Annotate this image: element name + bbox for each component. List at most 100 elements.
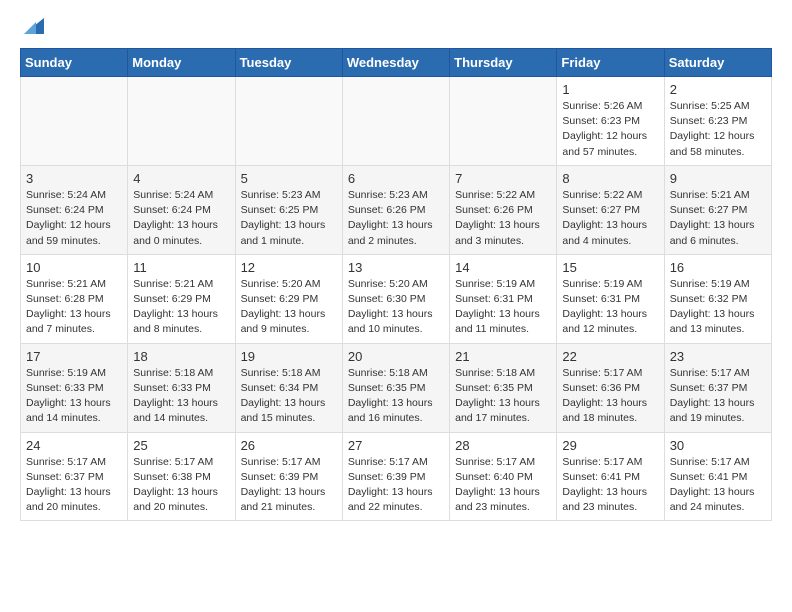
day-cell: 8Sunrise: 5:22 AMSunset: 6:27 PMDaylight… <box>557 165 664 254</box>
day-cell: 21 Sunrise: 5:18 AMSunset: 6:35 PMDayligh… <box>450 343 557 432</box>
day-cell: 18 Sunrise: 5:18 AMSunset: 6:33 PMDayligh… <box>128 343 235 432</box>
weekday-tuesday: Tuesday <box>235 49 342 77</box>
day-cell: 6 Sunrise: 5:23 AMSunset: 6:26 PMDaylight… <box>342 165 449 254</box>
day-number: 30 <box>670 438 766 453</box>
day-cell: 4 Sunrise: 5:24 AMSunset: 6:24 PMDaylight… <box>128 165 235 254</box>
day-cell <box>128 77 235 166</box>
day-info: Sunrise: 5:19 AMSunset: 6:33 PMDaylight:… <box>26 366 122 427</box>
day-number: 5 <box>241 171 337 186</box>
day-number: 20 <box>348 349 444 364</box>
day-cell: 14Sunrise: 5:19 AMSunset: 6:31 PMDayligh… <box>450 254 557 343</box>
day-cell: 17 Sunrise: 5:19 AMSunset: 6:33 PMDayligh… <box>21 343 128 432</box>
day-number: 23 <box>670 349 766 364</box>
weekday-sunday: Sunday <box>21 49 128 77</box>
logo-icon <box>22 16 44 34</box>
day-info: Sunrise: 5:18 AMSunset: 6:35 PMDaylight:… <box>455 366 551 427</box>
day-cell: 29 Sunrise: 5:17 AMSunset: 6:41 PMDayligh… <box>557 432 664 521</box>
day-info: Sunrise: 5:18 AMSunset: 6:34 PMDaylight:… <box>241 366 337 427</box>
day-number: 22 <box>562 349 658 364</box>
week-row-1: 1 Sunrise: 5:26 AMSunset: 6:23 PMDaylight… <box>21 77 772 166</box>
day-cell <box>235 77 342 166</box>
day-number: 10 <box>26 260 122 275</box>
day-info: Sunrise: 5:21 AMSunset: 6:27 PMDaylight:… <box>670 188 766 249</box>
day-cell: 28 Sunrise: 5:17 AMSunset: 6:40 PMDayligh… <box>450 432 557 521</box>
day-info: Sunrise: 5:21 AMSunset: 6:28 PMDaylight:… <box>26 277 122 338</box>
day-cell: 9 Sunrise: 5:21 AMSunset: 6:27 PMDaylight… <box>664 165 771 254</box>
day-number: 19 <box>241 349 337 364</box>
weekday-saturday: Saturday <box>664 49 771 77</box>
weekday-friday: Friday <box>557 49 664 77</box>
weekday-header-row: SundayMondayTuesdayWednesdayThursdayFrid… <box>21 49 772 77</box>
day-info: Sunrise: 5:22 AMSunset: 6:26 PMDaylight:… <box>455 188 551 249</box>
day-info: Sunrise: 5:20 AMSunset: 6:29 PMDaylight:… <box>241 277 337 338</box>
day-info: Sunrise: 5:26 AMSunset: 6:23 PMDaylight:… <box>562 99 658 160</box>
day-number: 12 <box>241 260 337 275</box>
day-number: 18 <box>133 349 229 364</box>
day-number: 6 <box>348 171 444 186</box>
day-cell <box>342 77 449 166</box>
day-cell: 12 Sunrise: 5:20 AMSunset: 6:29 PMDayligh… <box>235 254 342 343</box>
day-number: 7 <box>455 171 551 186</box>
weekday-monday: Monday <box>128 49 235 77</box>
header <box>20 16 772 34</box>
day-info: Sunrise: 5:23 AMSunset: 6:25 PMDaylight:… <box>241 188 337 249</box>
week-row-2: 3 Sunrise: 5:24 AMSunset: 6:24 PMDaylight… <box>21 165 772 254</box>
day-info: Sunrise: 5:21 AMSunset: 6:29 PMDaylight:… <box>133 277 229 338</box>
day-info: Sunrise: 5:20 AMSunset: 6:30 PMDaylight:… <box>348 277 444 338</box>
day-info: Sunrise: 5:17 AMSunset: 6:40 PMDaylight:… <box>455 455 551 516</box>
day-info: Sunrise: 5:19 AMSunset: 6:31 PMDaylight:… <box>455 277 551 338</box>
day-info: Sunrise: 5:17 AMSunset: 6:41 PMDaylight:… <box>562 455 658 516</box>
day-cell: 19 Sunrise: 5:18 AMSunset: 6:34 PMDayligh… <box>235 343 342 432</box>
day-cell: 16 Sunrise: 5:19 AMSunset: 6:32 PMDayligh… <box>664 254 771 343</box>
day-number: 16 <box>670 260 766 275</box>
day-info: Sunrise: 5:17 AMSunset: 6:37 PMDaylight:… <box>26 455 122 516</box>
day-info: Sunrise: 5:17 AMSunset: 6:37 PMDaylight:… <box>670 366 766 427</box>
day-info: Sunrise: 5:17 AMSunset: 6:41 PMDaylight:… <box>670 455 766 516</box>
weekday-wednesday: Wednesday <box>342 49 449 77</box>
day-cell <box>21 77 128 166</box>
day-number: 28 <box>455 438 551 453</box>
day-info: Sunrise: 5:17 AMSunset: 6:36 PMDaylight:… <box>562 366 658 427</box>
day-cell: 11 Sunrise: 5:21 AMSunset: 6:29 PMDayligh… <box>128 254 235 343</box>
day-info: Sunrise: 5:19 AMSunset: 6:32 PMDaylight:… <box>670 277 766 338</box>
day-cell: 3 Sunrise: 5:24 AMSunset: 6:24 PMDaylight… <box>21 165 128 254</box>
day-number: 29 <box>562 438 658 453</box>
day-cell: 15Sunrise: 5:19 AMSunset: 6:31 PMDayligh… <box>557 254 664 343</box>
day-cell <box>450 77 557 166</box>
week-row-3: 10 Sunrise: 5:21 AMSunset: 6:28 PMDayligh… <box>21 254 772 343</box>
day-cell: 23 Sunrise: 5:17 AMSunset: 6:37 PMDayligh… <box>664 343 771 432</box>
day-number: 11 <box>133 260 229 275</box>
day-cell: 7 Sunrise: 5:22 AMSunset: 6:26 PMDaylight… <box>450 165 557 254</box>
day-number: 15 <box>562 260 658 275</box>
day-cell: 2Sunrise: 5:25 AMSunset: 6:23 PMDaylight… <box>664 77 771 166</box>
day-info: Sunrise: 5:18 AMSunset: 6:33 PMDaylight:… <box>133 366 229 427</box>
day-cell: 10 Sunrise: 5:21 AMSunset: 6:28 PMDayligh… <box>21 254 128 343</box>
week-row-5: 24 Sunrise: 5:17 AMSunset: 6:37 PMDayligh… <box>21 432 772 521</box>
day-cell: 30 Sunrise: 5:17 AMSunset: 6:41 PMDayligh… <box>664 432 771 521</box>
day-number: 26 <box>241 438 337 453</box>
day-info: Sunrise: 5:23 AMSunset: 6:26 PMDaylight:… <box>348 188 444 249</box>
logo-area <box>20 16 44 34</box>
day-number: 9 <box>670 171 766 186</box>
day-number: 21 <box>455 349 551 364</box>
day-number: 4 <box>133 171 229 186</box>
day-number: 17 <box>26 349 122 364</box>
day-cell: 1 Sunrise: 5:26 AMSunset: 6:23 PMDaylight… <box>557 77 664 166</box>
day-number: 24 <box>26 438 122 453</box>
day-number: 1 <box>562 82 658 97</box>
day-cell: 27Sunrise: 5:17 AMSunset: 6:39 PMDayligh… <box>342 432 449 521</box>
day-info: Sunrise: 5:24 AMSunset: 6:24 PMDaylight:… <box>133 188 229 249</box>
day-number: 8 <box>562 171 658 186</box>
day-number: 3 <box>26 171 122 186</box>
week-row-4: 17 Sunrise: 5:19 AMSunset: 6:33 PMDayligh… <box>21 343 772 432</box>
day-info: Sunrise: 5:17 AMSunset: 6:39 PMDaylight:… <box>348 455 444 516</box>
day-number: 13 <box>348 260 444 275</box>
day-cell: 26 Sunrise: 5:17 AMSunset: 6:39 PMDayligh… <box>235 432 342 521</box>
day-info: Sunrise: 5:24 AMSunset: 6:24 PMDaylight:… <box>26 188 122 249</box>
day-number: 25 <box>133 438 229 453</box>
calendar-table: SundayMondayTuesdayWednesdayThursdayFrid… <box>20 48 772 521</box>
logo <box>20 16 44 34</box>
day-cell: 5 Sunrise: 5:23 AMSunset: 6:25 PMDaylight… <box>235 165 342 254</box>
day-cell: 22 Sunrise: 5:17 AMSunset: 6:36 PMDayligh… <box>557 343 664 432</box>
day-info: Sunrise: 5:17 AMSunset: 6:39 PMDaylight:… <box>241 455 337 516</box>
